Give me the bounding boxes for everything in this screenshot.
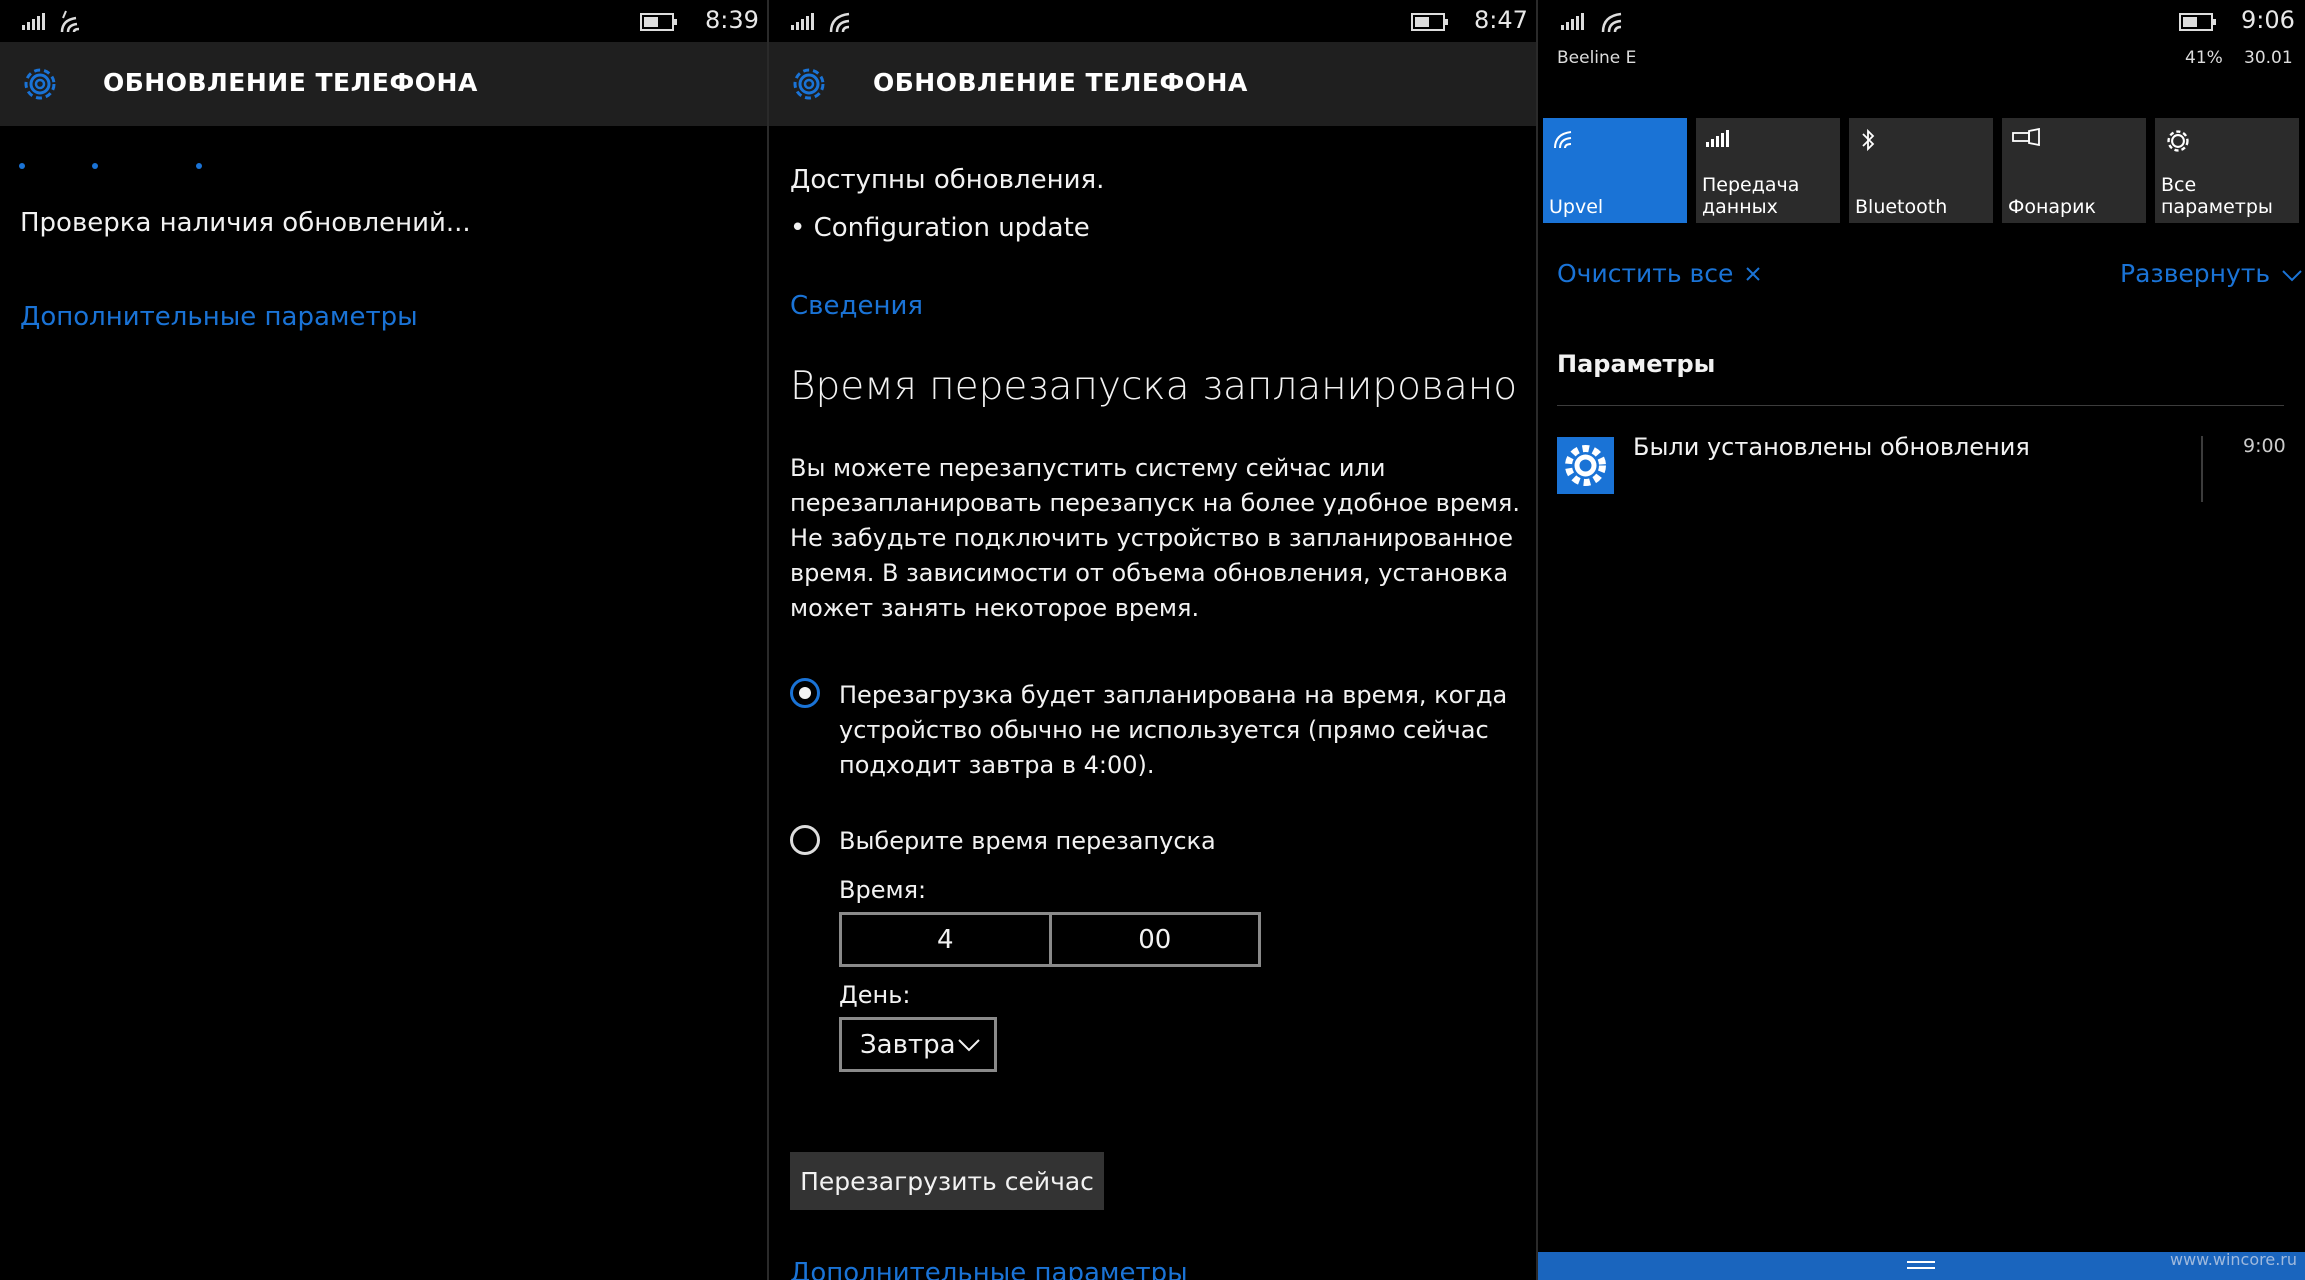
hour-field[interactable]: 4 xyxy=(842,915,1049,964)
radio-auto-label: Перезагрузка будет запланирована на врем… xyxy=(839,678,1507,783)
tile-label: Все параметры xyxy=(2161,174,2273,218)
battery-percent: 41% xyxy=(2185,48,2223,68)
clear-all-link[interactable]: Очистить все xyxy=(1557,259,1761,288)
wifi-icon xyxy=(1554,131,1572,149)
section-heading: Время перезапуска запланировано xyxy=(790,364,1518,409)
progress-dot xyxy=(92,163,98,169)
day-value: Завтра xyxy=(860,1030,956,1060)
quick-action-flashlight[interactable]: Фонарик xyxy=(2002,118,2146,223)
notification-group-title: Параметры xyxy=(1557,350,1716,378)
chevron-down-icon xyxy=(958,1039,980,1052)
screen-restart-scheduled: 8:47 ОБНОВЛЕНИЕ ТЕЛЕФОНА Доступны обновл… xyxy=(769,0,1536,1280)
watermark: www.wincore.ru xyxy=(2169,1250,2297,1269)
details-link[interactable]: Сведения xyxy=(790,291,923,321)
battery-icon xyxy=(1411,13,1448,31)
description-paragraph: Вы можете перезапустить систему сейчас и… xyxy=(790,451,1520,626)
signal-icon xyxy=(22,13,45,30)
notification-time: 9:00 xyxy=(2243,435,2286,457)
advanced-options-link[interactable]: Дополнительные параметры xyxy=(20,302,418,332)
description-line: Вы можете перезапустить систему сейчас и… xyxy=(790,454,1386,482)
clock: 8:47 xyxy=(1474,6,1528,34)
date: 30.01 xyxy=(2244,48,2293,68)
close-icon xyxy=(1746,267,1761,281)
description-line: перезапланировать перезапуск на более уд… xyxy=(790,489,1520,517)
page-title: ОБНОВЛЕНИЕ ТЕЛЕФОНА xyxy=(103,68,478,97)
screen-action-center: 9:06 Beeline E 41% 30.01 Upvel Передача … xyxy=(1538,0,2305,1280)
tile-label: Upvel xyxy=(1549,196,1604,218)
radio-auto-line: устройство обычно не используется (прямо… xyxy=(839,716,1489,744)
expand-link[interactable]: Развернуть xyxy=(2120,259,2302,288)
gear-icon xyxy=(1565,445,1606,486)
app-header: ОБНОВЛЕНИЕ ТЕЛЕФОНА xyxy=(0,42,767,126)
status-bar: 8:39 xyxy=(0,0,767,42)
status-bar: 9:06 xyxy=(1538,0,2305,42)
gear-icon xyxy=(793,68,825,100)
radio-manual-label: Выберите время перезапуска xyxy=(839,827,1216,855)
time-label: Время: xyxy=(839,876,927,904)
page-title: ОБНОВЛЕНИЕ ТЕЛЕФОНА xyxy=(873,68,1248,97)
radio-button[interactable] xyxy=(790,825,820,855)
gear-icon xyxy=(24,68,56,100)
checking-status: Проверка наличия обновлений... xyxy=(20,208,471,238)
radio-auto-line: подходит завтра в 4:00). xyxy=(839,751,1155,779)
carrier-name: Beeline E xyxy=(1557,48,1637,68)
tile-label: Bluetooth xyxy=(1855,196,1948,218)
status-bar: 8:47 xyxy=(769,0,1536,42)
gear-icon xyxy=(2167,130,2189,152)
day-label: День: xyxy=(839,981,911,1009)
progress-dot xyxy=(196,163,202,169)
wifi-icon xyxy=(829,12,850,33)
clock: 8:39 xyxy=(705,6,759,34)
tile-label: Передача данных xyxy=(1702,174,1800,218)
quick-action-cellular-data[interactable]: Передача данных xyxy=(1696,118,1840,223)
tile-label: Фонарик xyxy=(2008,196,2096,218)
bluetooth-icon xyxy=(1862,128,1875,152)
radio-button-selected[interactable] xyxy=(790,678,820,708)
progress-dot xyxy=(19,163,25,169)
restart-now-button[interactable]: Перезагрузить сейчас xyxy=(790,1152,1104,1210)
expand-label: Развернуть xyxy=(2120,259,2271,288)
expand-handle-icon[interactable] xyxy=(1907,1261,1935,1263)
app-header: ОБНОВЛЕНИЕ ТЕЛЕФОНА xyxy=(769,42,1536,126)
update-list-item: • Configuration update xyxy=(790,213,1090,243)
clock: 9:06 xyxy=(2241,6,2295,34)
settings-app-icon xyxy=(1557,437,1614,494)
clear-all-label: Очистить все xyxy=(1557,259,1734,288)
description-line: время. В зависимости от объема обновлени… xyxy=(790,559,1509,587)
cellular-data-icon xyxy=(1706,130,1729,147)
day-dropdown[interactable]: Завтра xyxy=(839,1017,997,1072)
chevron-down-icon xyxy=(2282,270,2302,282)
time-picker[interactable]: 4 00 xyxy=(839,912,1261,967)
quick-action-wifi[interactable]: Upvel xyxy=(1543,118,1687,223)
battery-icon xyxy=(640,13,677,31)
battery-icon xyxy=(2179,13,2216,31)
quick-action-bluetooth[interactable]: Bluetooth xyxy=(1849,118,1993,223)
minute-field[interactable]: 00 xyxy=(1048,915,1259,964)
wifi-icon xyxy=(1601,12,1622,33)
signal-icon xyxy=(791,13,814,30)
radio-auto-line: Перезагрузка будет запланирована на врем… xyxy=(839,681,1508,709)
advanced-options-link[interactable]: Дополнительные параметры xyxy=(790,1258,1188,1280)
notification-text: Были установлены обновления xyxy=(1633,433,2030,461)
group-divider xyxy=(1557,405,2284,406)
screen-checking-updates: 8:39 ОБНОВЛЕНИЕ ТЕЛЕФОНА Проверка наличи… xyxy=(0,0,767,1280)
wifi-icon xyxy=(60,10,80,33)
updates-available-text: Доступны обновления. xyxy=(790,165,1105,195)
flashlight-icon xyxy=(2012,128,2040,146)
description-line: может занять некоторое время. xyxy=(790,594,1200,622)
quick-action-all-settings[interactable]: Все параметры xyxy=(2155,118,2299,223)
description-line: Не забудьте подключить устройство в запл… xyxy=(790,524,1513,552)
notification-divider xyxy=(2201,436,2203,502)
signal-icon xyxy=(1561,13,1584,30)
